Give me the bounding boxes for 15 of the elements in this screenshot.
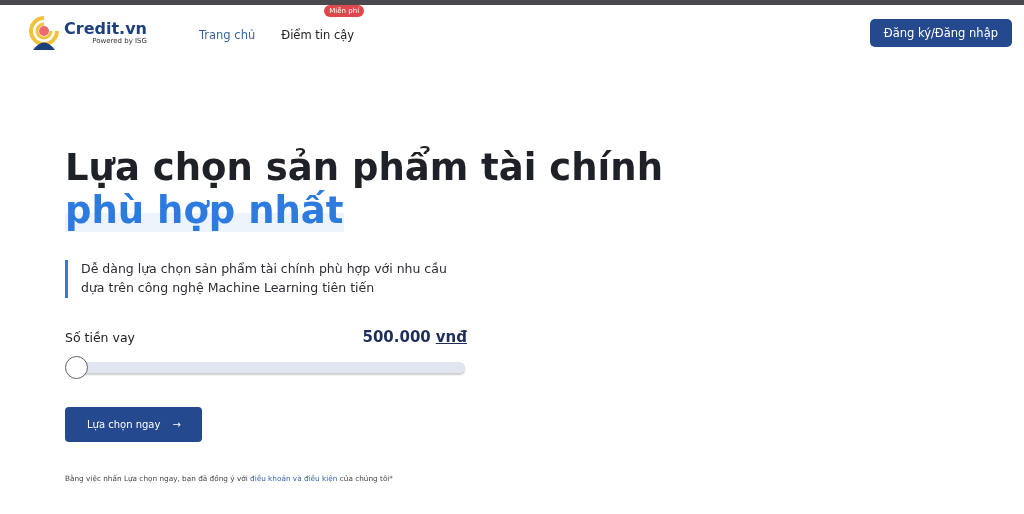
login-button[interactable]: Đăng ký/Đăng nhập bbox=[869, 19, 1012, 47]
hero-description: Dễ dàng lựa chọn sản phẩm tài chính phù hợp với nhu cầu dựa trên công nghệ Machine Learning tiên tiến bbox=[65, 260, 470, 298]
nav-link[interactable]: Điểm tin cậy bbox=[281, 27, 355, 42]
slider-thumb[interactable] bbox=[65, 355, 88, 379]
loan-label: Số tiền vay bbox=[65, 329, 135, 345]
arrow-icon: → bbox=[172, 418, 181, 430]
hero-title-highlight: phù hợp nhất bbox=[65, 189, 344, 233]
loan-slider[interactable] bbox=[65, 355, 465, 380]
logo-icon bbox=[28, 15, 60, 51]
choose-now-button[interactable]: Lựa chọn ngay → bbox=[65, 406, 202, 442]
currency-unit: vnđ bbox=[435, 327, 467, 346]
brand-name: Credit.vn bbox=[64, 21, 147, 37]
hero-title: Lựa chọn sản phẩm tài chính bbox=[65, 146, 663, 189]
nav-link[interactable]: Trang chủ bbox=[198, 27, 256, 42]
loan-amount: 500.000 bbox=[362, 327, 431, 346]
